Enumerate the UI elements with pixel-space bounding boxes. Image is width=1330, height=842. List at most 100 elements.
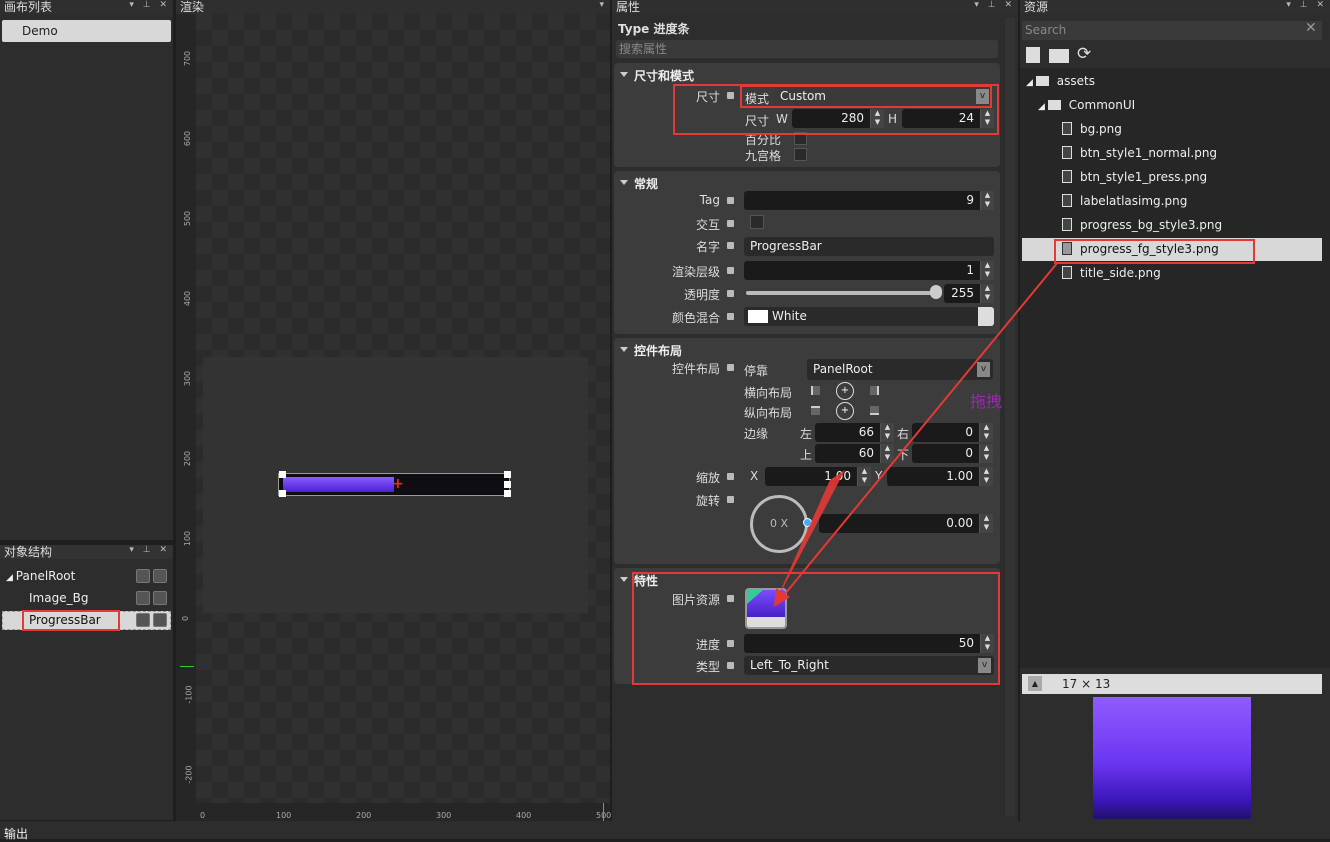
ruler-tick: -100 [184,685,194,704]
margin-top-field[interactable]: 60 ▲ ▼ [815,444,894,463]
spinner-icon[interactable]: ▲ ▼ [980,191,994,210]
lock-icon[interactable] [153,591,167,605]
property-search-input[interactable]: 搜索属性 [616,40,998,58]
margin-right-field[interactable]: 0 ▲ ▼ [912,423,993,442]
ruler-tick: 300 [183,370,193,387]
color-blend-field[interactable]: White [744,307,994,326]
scale-x-field[interactable]: 1.00 ▲ ▼ [765,467,871,486]
dock-select[interactable]: PanelRoot v [807,359,993,380]
rotate-label: 旋转 [695,494,720,508]
canvas-item-demo[interactable]: Demo [2,20,171,42]
interact-checkbox[interactable] [750,215,764,229]
progress-bar-widget[interactable]: + [278,473,510,496]
visibility-eye-icon[interactable] [136,591,150,605]
file-icon [1062,218,1072,231]
pin-icon[interactable] [727,290,734,297]
pane-controls-icon[interactable]: ▾ ⊥ ✕ [1286,0,1327,10]
name-field[interactable]: ProgressBar [744,237,994,256]
visibility-eye-icon[interactable] [136,613,150,627]
pin-icon[interactable] [727,242,734,249]
align-right-icon[interactable] [870,386,879,395]
asset-file-item[interactable]: labelatlasimg.png [1062,194,1187,208]
pane-controls-icon[interactable]: ▾ ⊥ ✕ [129,0,170,10]
asset-file-item[interactable]: bg.png [1062,122,1122,136]
resize-handle[interactable] [504,490,511,497]
spinner-icon[interactable]: ▲ ▼ [980,284,994,303]
tree-item-image-bg[interactable]: Image_Bg [29,591,88,605]
collapse-icon[interactable] [620,347,628,352]
align-center-icon[interactable]: + [836,382,854,400]
pane-controls-icon[interactable]: ▾ ⊥ ✕ [974,0,1015,10]
margin-left-field[interactable]: 66 ▲ ▼ [815,423,894,442]
spinner-icon[interactable]: ▲ ▼ [857,467,871,486]
spinner-icon[interactable]: ▲ ▼ [979,423,993,442]
tree-folder-commonui[interactable]: ◢ CommonUI [1038,98,1135,112]
file-icon [1062,122,1072,135]
tree-folder-assets[interactable]: ◢ assets [1026,74,1095,88]
collapse-up-icon[interactable]: ▲ [1028,676,1042,691]
output-tab[interactable]: 输出 [4,825,28,842]
align-top-icon[interactable] [811,406,820,415]
spinner-icon[interactable]: ▲ ▼ [880,423,894,442]
asset-search-input[interactable]: Search [1022,21,1322,40]
margin-right-label: 右 [897,427,910,441]
spinner-icon[interactable]: ▲ ▼ [979,444,993,463]
chevron-down-icon[interactable]: v [977,362,990,377]
resize-handle[interactable] [279,490,286,497]
refresh-icon[interactable]: ⟳ [1077,44,1091,64]
align-bottom-icon[interactable] [870,406,879,415]
align-middle-icon[interactable]: + [836,402,854,420]
asset-file-item[interactable]: btn_style1_press.png [1062,170,1207,184]
file-icon [1062,266,1072,279]
lock-icon[interactable] [153,613,167,627]
resize-handle[interactable] [279,471,286,478]
dock-label: 停靠 [744,364,769,378]
clear-search-icon[interactable]: ✕ [1305,20,1317,36]
new-file-icon[interactable] [1026,47,1040,63]
scale-y-field[interactable]: 1.00 ▲ ▼ [887,467,993,486]
pin-icon[interactable] [727,473,734,480]
resize-handle[interactable] [504,481,511,488]
spinner-icon[interactable]: ▲ ▼ [880,444,894,463]
ruler-origin-marker [180,666,194,667]
pin-icon[interactable] [727,313,734,320]
spinner-icon[interactable]: ▲ ▼ [979,467,993,486]
spinner-icon[interactable]: ▲ ▼ [980,261,994,280]
asset-file-item[interactable]: btn_style1_normal.png [1062,146,1217,160]
collapse-icon[interactable] [620,72,628,77]
open-folder-icon[interactable] [1049,49,1069,63]
pin-icon[interactable] [727,220,734,227]
tree-item-panelroot[interactable]: ◢ PanelRoot [6,569,75,583]
rotation-field[interactable]: 0.00 ▲ ▼ [819,514,993,533]
nine-slice-checkbox[interactable] [794,148,807,161]
expand-icon[interactable]: ◢ [6,573,16,583]
vertical-ruler: 700 600 500 400 300 200 100 0 -100 -200 [180,14,194,804]
layer-field[interactable]: 1 ▲ ▼ [744,261,994,280]
pin-icon[interactable] [727,496,734,503]
pane-menu-icon[interactable]: ▾ [599,0,607,10]
opacity-field[interactable]: 255 ▲ ▼ [944,284,994,303]
color-picker-button[interactable] [978,307,994,326]
visibility-eye-icon[interactable] [136,569,150,583]
collapse-icon[interactable] [620,577,628,582]
align-left-icon[interactable] [811,386,820,395]
rotation-handle[interactable] [803,518,812,527]
pane-controls-icon[interactable]: ▾ ⊥ ✕ [129,545,170,555]
resize-handle[interactable] [504,471,511,478]
spinner-icon[interactable]: ▲ ▼ [979,514,993,533]
pin-icon[interactable] [727,267,734,274]
color-swatch[interactable] [748,310,768,323]
properties-scrollbar[interactable] [1005,18,1015,816]
preview-size: 17 × 13 [1062,677,1111,691]
rotation-dial[interactable]: 0 X [750,495,808,553]
lock-icon[interactable] [153,569,167,583]
opacity-slider-thumb[interactable] [930,285,942,299]
opacity-slider-track[interactable] [746,291,934,295]
margin-bottom-field[interactable]: 0 ▲ ▼ [912,444,993,463]
asset-file-item[interactable]: title_side.png [1062,266,1161,280]
pin-icon[interactable] [727,197,734,204]
pin-icon[interactable] [727,364,734,371]
asset-file-item[interactable]: progress_bg_style3.png [1062,218,1222,232]
tag-field[interactable]: 9 ▲ ▼ [744,191,994,210]
collapse-icon[interactable] [620,180,628,185]
